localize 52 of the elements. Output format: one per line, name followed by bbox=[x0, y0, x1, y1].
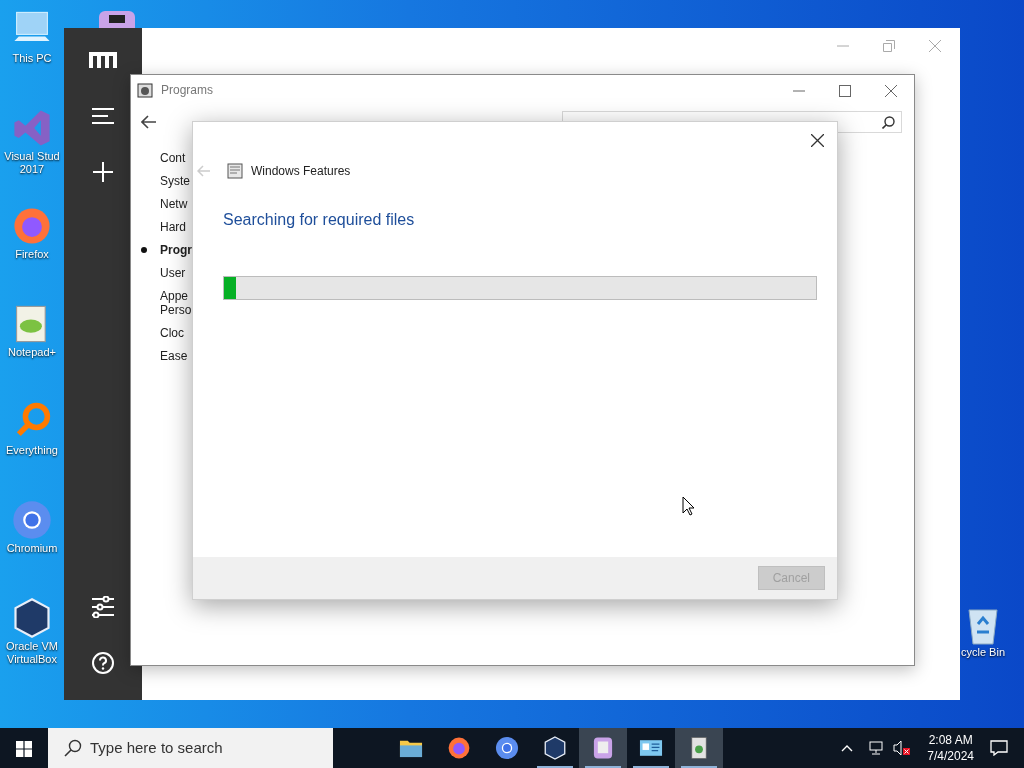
search-icon bbox=[64, 739, 82, 757]
help-icon[interactable] bbox=[92, 652, 114, 674]
muted-speaker-icon[interactable] bbox=[893, 740, 912, 756]
taskbar-app-button[interactable] bbox=[579, 728, 627, 768]
chevron-up-icon[interactable] bbox=[841, 744, 854, 752]
restore-icon bbox=[883, 39, 895, 52]
windows-logo-icon bbox=[16, 740, 32, 757]
notification-icon[interactable] bbox=[990, 740, 1008, 756]
control-panel-icon bbox=[137, 82, 153, 98]
desktop-icon-label: cycle Bin bbox=[961, 646, 1005, 659]
mouse-cursor-icon bbox=[682, 496, 695, 516]
dialog-title: Windows Features bbox=[251, 163, 351, 180]
back-arrow-icon[interactable] bbox=[141, 115, 157, 129]
close-icon bbox=[810, 134, 824, 148]
search-icon bbox=[882, 115, 895, 129]
selected-bullet-icon bbox=[141, 247, 147, 254]
search-placeholder: Type here to search bbox=[90, 737, 223, 758]
minimize-icon bbox=[793, 89, 805, 92]
logo-icon[interactable] bbox=[89, 52, 117, 68]
desktop-icon-label: Chromium bbox=[6, 542, 58, 555]
desktop-icon-label: Everything bbox=[6, 444, 58, 457]
network-icon[interactable] bbox=[869, 741, 886, 755]
nav-link[interactable]: Netw bbox=[160, 197, 188, 211]
nav-link[interactable]: Appe Perso bbox=[160, 289, 192, 317]
nav-link[interactable]: Syste bbox=[160, 174, 190, 188]
nav-link[interactable]: Progr bbox=[160, 243, 192, 257]
taskbar-search-field[interactable]: Type here to search bbox=[48, 728, 333, 768]
nav-link[interactable]: Cloc bbox=[160, 326, 184, 340]
nav-link[interactable]: Hard bbox=[160, 220, 186, 234]
clock-date[interactable]: 7/4/2024 bbox=[927, 748, 974, 764]
taskbar-app-button[interactable] bbox=[675, 728, 723, 768]
desktop-icon-label: Firefox bbox=[15, 248, 49, 261]
menu-icon[interactable] bbox=[92, 108, 114, 124]
window-icon bbox=[227, 163, 243, 179]
clock-time[interactable]: 2:08 AM bbox=[927, 732, 974, 748]
plus-icon[interactable] bbox=[93, 162, 113, 182]
desktop-icon-label: Visual Stud 2017 bbox=[4, 150, 60, 176]
status-heading: Searching for required files bbox=[223, 210, 416, 230]
maximize-icon bbox=[839, 84, 851, 97]
minimize-icon bbox=[837, 44, 849, 47]
desktop-icon-label: Oracle VM VirtualBox bbox=[6, 640, 58, 666]
desktop-icon-label: This PC bbox=[12, 52, 52, 65]
desktop-icon-label: Notepad+ bbox=[8, 346, 56, 359]
sliders-icon[interactable] bbox=[92, 596, 114, 618]
nav-link[interactable]: Ease bbox=[160, 349, 188, 363]
window-title: Programs bbox=[161, 82, 213, 99]
globe-icon bbox=[494, 735, 520, 761]
nav-link[interactable]: User bbox=[160, 266, 186, 280]
close-icon bbox=[929, 39, 941, 52]
globe-icon[interactable] bbox=[10, 498, 54, 542]
nav-link[interactable]: Cont bbox=[160, 151, 186, 165]
close-icon bbox=[885, 84, 897, 97]
